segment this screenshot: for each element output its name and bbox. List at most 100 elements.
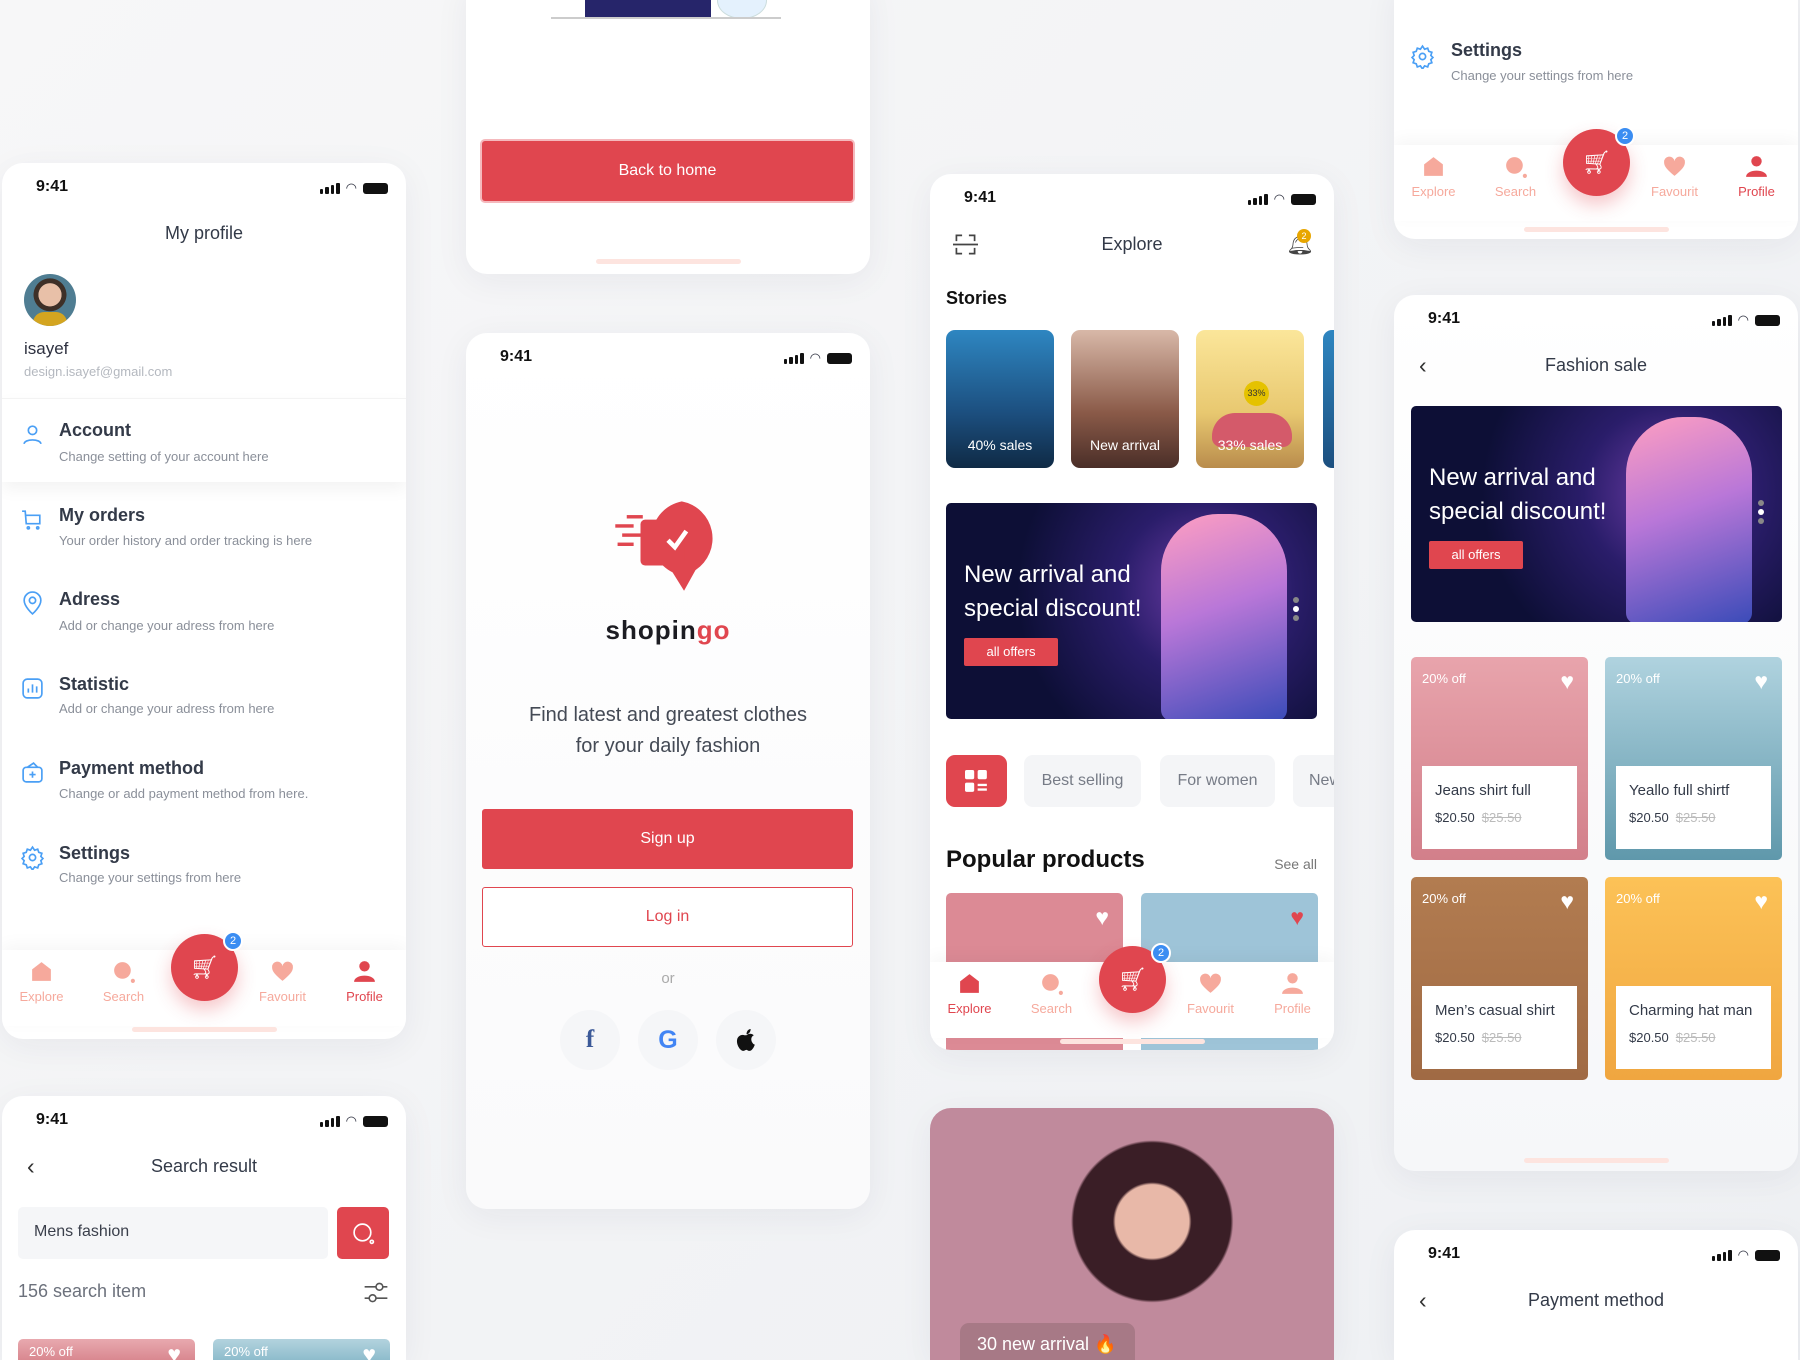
product-card[interactable]: 20% off ♥ Charming hat man $20.50 $25.50 xyxy=(1605,877,1782,1080)
profile-screen-bottom: Settings Change your settings from here … xyxy=(1394,0,1798,239)
filter-icon[interactable] xyxy=(362,1280,390,1305)
all-offers-button[interactable]: all offers xyxy=(964,638,1058,666)
heart-icon[interactable]: ♥ xyxy=(1560,668,1574,695)
status-time: 9:41 xyxy=(36,178,69,195)
story-label: 33% sales xyxy=(1217,437,1283,453)
product-card[interactable]: 20% off ♥ Jeans shirt full $20.50 $25.50 xyxy=(1411,657,1588,860)
nav-favourite[interactable]: Favourit xyxy=(1176,971,1245,1016)
payment-method-screen: 9:41 ◠ ‹ Payment method xyxy=(1394,1230,1798,1360)
search-button[interactable] xyxy=(337,1207,389,1259)
search-result-screen: 9:41 ◠ ‹ Search result Mens fashion 156 … xyxy=(2,1096,406,1360)
menu-item-sub: Change setting of your account here xyxy=(59,449,269,464)
nav-label: Search xyxy=(1030,1001,1073,1016)
nav-favourite[interactable]: Favourit xyxy=(1640,154,1709,199)
avatar[interactable] xyxy=(24,274,76,326)
product-card[interactable]: 20% off ♥ xyxy=(18,1339,195,1360)
carousel-dots xyxy=(1293,597,1299,624)
heart-icon[interactable]: ♥ xyxy=(1560,888,1574,915)
story-item[interactable]: 33% 33% sales xyxy=(1196,330,1304,468)
nav-favourite[interactable]: Favourit xyxy=(248,959,317,1004)
menu-item-title[interactable]: Settings xyxy=(1451,40,1522,61)
apple-login-button[interactable] xyxy=(716,1010,776,1070)
nav-explore[interactable]: Explore xyxy=(935,971,1004,1016)
user-icon xyxy=(23,425,42,445)
product-card[interactable]: 20% off ♥ xyxy=(213,1339,390,1360)
heart-icon[interactable]: ♥ xyxy=(1754,668,1768,695)
nav-search[interactable]: Search xyxy=(89,959,158,1004)
user-name: isayef xyxy=(24,339,69,358)
grid-icon xyxy=(965,769,987,792)
product-price: $20.50 xyxy=(1629,810,1669,825)
cart-badge: 2 xyxy=(1615,126,1635,146)
heart-icon[interactable]: ♥ xyxy=(362,1341,376,1360)
home-indicator xyxy=(1524,227,1669,232)
chip-best-selling[interactable]: Best selling xyxy=(1024,755,1141,807)
nav-profile[interactable]: Profile xyxy=(1258,971,1327,1016)
discount-label: 20% off xyxy=(1422,671,1466,686)
story-item[interactable]: New arrival xyxy=(1071,330,1179,468)
promo-banner[interactable]: New arrival and special discount! all offe… xyxy=(1411,406,1782,622)
product-name: Men’s casual shirt xyxy=(1435,1002,1555,1019)
status-time: 9:41 xyxy=(1428,310,1461,327)
status-icons: ◠ xyxy=(319,1113,388,1129)
google-login-button[interactable]: G xyxy=(638,1010,698,1070)
bottom-nav: Explore Search 🛒︎ 2 Favourit Profile xyxy=(2,931,406,1032)
log-in-button[interactable]: Log in xyxy=(482,887,853,947)
heart-icon xyxy=(272,961,293,981)
menu-item-sub: Change or add payment method from here. xyxy=(59,786,309,801)
heart-icon[interactable]: ♥ xyxy=(1095,904,1109,931)
story-item[interactable] xyxy=(1323,330,1334,468)
product-name: Yeallo full shirtf xyxy=(1629,782,1730,799)
home-icon xyxy=(960,974,979,993)
back-to-home-button[interactable]: Back to home xyxy=(482,141,853,201)
brand-name: shopingo xyxy=(605,615,731,645)
cart-button[interactable]: 🛒︎ 2 xyxy=(1099,943,1171,1013)
nav-label: Search xyxy=(1494,184,1537,199)
category-grid-button[interactable] xyxy=(946,755,1007,807)
heart-icon xyxy=(1200,973,1221,993)
new-arrival-card[interactable]: 30 new arrival 🔥 xyxy=(930,1108,1334,1360)
notification-button[interactable]: 🔔︎ 2 xyxy=(1286,229,1314,257)
story-label: New arrival xyxy=(1089,437,1160,453)
chip-new[interactable]: New xyxy=(1293,755,1334,807)
chart-icon xyxy=(22,678,43,699)
discount-label: 20% off xyxy=(29,1344,73,1359)
nav-explore[interactable]: Explore xyxy=(1399,154,1468,199)
apple-icon xyxy=(736,1028,755,1051)
product-price: $20.50 xyxy=(1435,810,1475,825)
product-card[interactable]: 20% off ♥ Yeallo full shirtf $20.50 $25.50 xyxy=(1605,657,1782,860)
search-input[interactable]: Mens fashion xyxy=(18,1207,328,1259)
all-offers-button[interactable]: all offers xyxy=(1429,541,1523,569)
menu-item-sub: Change your settings from here xyxy=(1451,68,1634,83)
cart-button[interactable]: 🛒︎ 2 xyxy=(171,931,243,1001)
sign-up-button[interactable]: Sign up xyxy=(482,809,853,869)
discount-label: 20% off xyxy=(1616,891,1660,906)
chip-for-women[interactable]: For women xyxy=(1160,755,1275,807)
heart-icon[interactable]: ♥ xyxy=(167,1341,181,1360)
nav-search[interactable]: Search xyxy=(1017,971,1086,1016)
menu-item-title: Account xyxy=(59,420,131,440)
home-indicator xyxy=(596,259,741,264)
heart-icon[interactable]: ♥ xyxy=(1754,888,1768,915)
heart-icon-filled[interactable]: ♥ xyxy=(1290,904,1304,931)
nav-profile[interactable]: Profile xyxy=(330,959,399,1004)
facebook-login-button[interactable]: f xyxy=(560,1010,620,1070)
nav-search[interactable]: Search xyxy=(1481,154,1550,199)
see-all-link[interactable]: See all xyxy=(1274,856,1317,872)
nav-profile[interactable]: Profile xyxy=(1722,154,1791,199)
home-indicator xyxy=(132,1027,277,1032)
banner-title: New arrival and special discount! xyxy=(1429,464,1607,525)
promo-banner[interactable]: New arrival and special discount! all offe… xyxy=(946,503,1317,719)
cart-button[interactable]: 🛒︎ 2 xyxy=(1563,126,1635,196)
nav-explore[interactable]: Explore xyxy=(7,959,76,1004)
notification-badge: 2 xyxy=(1297,229,1311,243)
new-arrival-label: 30 new arrival 🔥 xyxy=(960,1323,1135,1360)
menu-item-sub: Add or change your adress from here xyxy=(59,701,275,716)
product-card[interactable]: 20% off ♥ Men’s casual shirt $20.50 $25.50 xyxy=(1411,877,1588,1080)
status-icons: ◠ xyxy=(319,180,388,196)
page-title: Search result xyxy=(150,1156,258,1176)
product-old-price: $25.50 xyxy=(1481,1030,1522,1045)
story-item[interactable]: 40% sales xyxy=(946,330,1054,468)
product-old-price: $25.50 xyxy=(1481,810,1522,825)
bottom-nav: Explore Search 🛒︎ 2 Favourit Profile xyxy=(930,943,1334,1044)
